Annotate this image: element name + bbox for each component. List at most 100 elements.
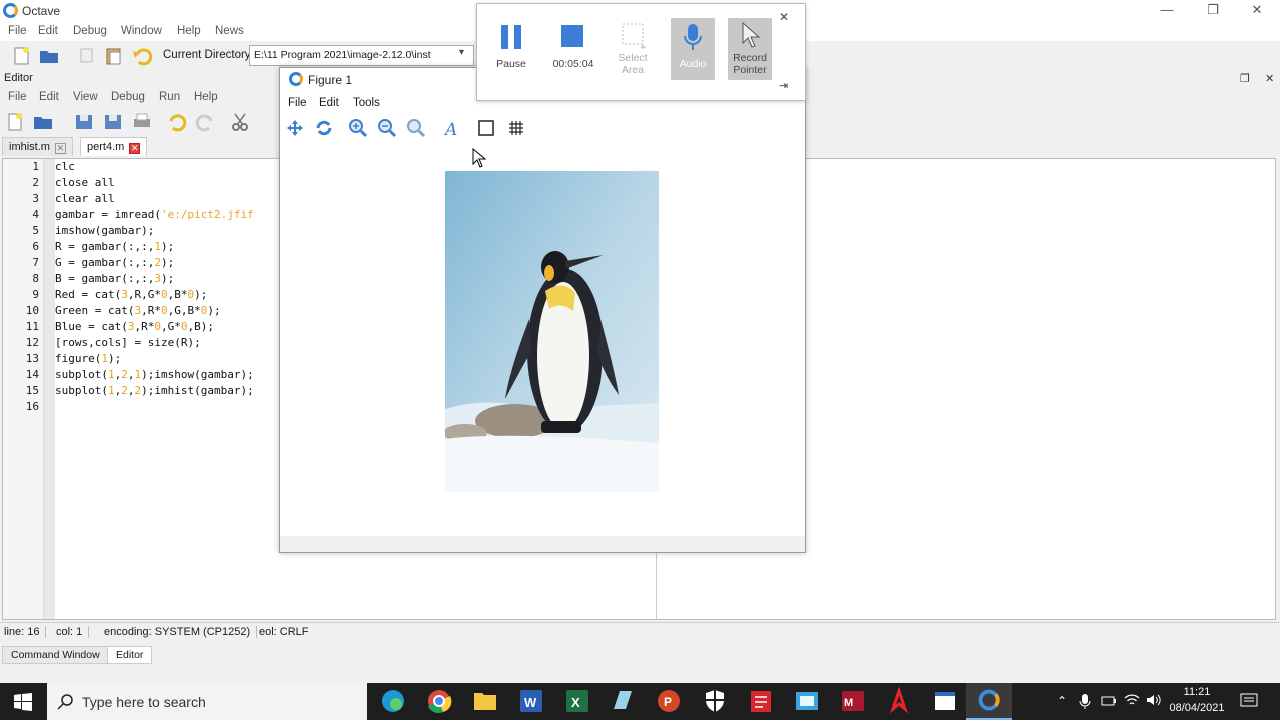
code-line[interactable]: R = gambar(:,:,1); [55,240,174,253]
powerpoint-icon[interactable]: P [646,683,692,720]
menu-file[interactable]: File [8,25,27,37]
editor-menu-view[interactable]: View [73,91,98,103]
new-file-icon[interactable] [10,45,32,67]
code-line[interactable]: clc [55,160,75,173]
editor-menu-file[interactable]: File [8,91,27,103]
editor-undo-icon[interactable] [165,111,187,133]
figure-menu-file[interactable]: File [288,97,307,109]
code-line[interactable]: G = gambar(:,:,2); [55,256,174,269]
app-icon[interactable] [600,683,646,720]
close-button[interactable]: ✕ [1234,0,1280,22]
copy-icon[interactable] [76,45,98,67]
text-insert-icon[interactable]: A [441,118,461,138]
restore-button[interactable]: ❐ [1190,0,1236,22]
status-col: col: 1 [56,626,90,638]
edge-icon[interactable] [370,683,416,720]
search-placeholder: Type here to search [82,694,206,710]
code-line[interactable]: B = gambar(:,:,3); [55,272,174,285]
battery-icon[interactable] [1101,694,1117,708]
paste-icon[interactable] [103,45,125,67]
code-line[interactable]: clear all [55,192,115,205]
windows-taskbar: Type here to search W X P M ⌃ 11:21 08/0… [0,683,1280,720]
notepad-icon[interactable] [922,683,968,720]
security-shield-icon[interactable] [692,683,738,720]
zoom-out-icon[interactable] [377,118,397,138]
undo-icon[interactable] [131,45,153,67]
pause-button[interactable]: Pause [489,18,533,80]
show-hidden-icons-icon[interactable]: ⌃ [1057,694,1067,708]
pan-icon[interactable] [285,118,305,138]
code-line[interactable]: imshow(gambar); [55,224,154,237]
close-panel-icon[interactable]: ✕ [1265,72,1274,85]
tab-imhist[interactable]: imhist.m ✕ [2,137,73,156]
tab-command-window[interactable]: Command Window [2,646,109,664]
menu-edit[interactable]: Edit [38,25,58,37]
audio-button[interactable]: Audio [671,18,715,80]
taskbar-search-box[interactable]: Type here to search [47,683,367,720]
code-line[interactable]: gambar = imread('e:/pict2.jfif [55,208,254,221]
wifi-icon[interactable] [1124,692,1140,708]
menu-debug[interactable]: Debug [73,25,107,37]
save-as-icon[interactable] [102,111,124,133]
figure-menu-edit[interactable]: Edit [319,97,339,109]
clock-date[interactable]: 08/04/2021 [1166,702,1228,714]
open-folder-icon[interactable] [38,45,60,67]
code-line[interactable]: subplot(1,2,1);imshow(gambar); [55,368,254,381]
undock-icon[interactable]: ❐ [1240,72,1250,85]
save-icon[interactable] [73,111,95,133]
axes-box-icon[interactable] [476,118,496,138]
code-line[interactable]: [rows,cols] = size(R); [55,336,201,349]
grid-icon[interactable] [506,118,526,138]
code-line[interactable]: Green = cat(3,R*0,G,B*0); [55,304,221,317]
figure-canvas[interactable] [280,142,805,536]
rotate-icon[interactable] [314,118,334,138]
media-app-icon[interactable] [784,683,830,720]
menu-window[interactable]: Window [121,25,162,37]
microphone-tray-icon[interactable] [1079,693,1091,710]
chevron-down-icon[interactable]: ▾ [459,47,464,58]
code-line[interactable]: close all [55,176,115,189]
menu-news[interactable]: News [215,25,244,37]
close-tab-icon[interactable]: ✕ [54,143,66,154]
excel-icon[interactable]: X [554,683,600,720]
word-icon[interactable]: W [508,683,554,720]
windows-start-icon[interactable] [14,693,32,711]
code-line[interactable]: figure(1); [55,352,121,365]
new-script-icon[interactable] [4,111,26,133]
print-icon[interactable] [131,111,153,133]
code-line[interactable]: Red = cat(3,R,G*0,B*0); [55,288,207,301]
redo-icon[interactable] [195,111,217,133]
select-area-label-1: Select [618,52,648,64]
code-line[interactable]: Blue = cat(3,R*0,G*0,B); [55,320,214,333]
open-file-icon[interactable] [32,111,54,133]
zoom-in-icon[interactable] [348,118,368,138]
editor-menu-edit[interactable]: Edit [39,91,59,103]
pdf-tool-icon[interactable] [738,683,784,720]
notifications-icon[interactable] [1240,693,1258,710]
editor-menu-run[interactable]: Run [159,91,180,103]
record-pointer-button[interactable]: Record Pointer [728,18,772,80]
mendeley-icon[interactable]: M [830,683,876,720]
tab-editor[interactable]: Editor [107,646,153,664]
chrome-icon[interactable] [416,683,462,720]
file-explorer-icon[interactable] [462,683,508,720]
editor-menu-help[interactable]: Help [194,91,218,103]
tab-pert4[interactable]: pert4.m ✕ [80,137,148,156]
figure-menu-tools[interactable]: Tools [353,97,380,109]
current-directory-input[interactable]: E:\11 Program 2021\image-2.12.0\inst [249,45,474,66]
zoom-reset-icon[interactable] [406,118,426,138]
select-area-button[interactable]: Select Area [611,18,655,80]
volume-icon[interactable] [1146,692,1162,708]
editor-menu-debug[interactable]: Debug [111,91,145,103]
code-line[interactable]: subplot(1,2,2);imhist(gambar); [55,384,254,397]
cut-icon[interactable] [229,111,251,133]
minimize-button[interactable]: — [1144,0,1190,22]
octave-taskbar-icon[interactable] [966,683,1012,720]
acrobat-icon[interactable] [876,683,922,720]
recorder-close-button[interactable]: ✕ [779,10,789,24]
clock-time[interactable]: 11:21 [1166,686,1228,698]
menu-help[interactable]: Help [177,25,201,37]
close-tab-icon[interactable]: ✕ [129,143,141,154]
stop-button[interactable]: 00:05:04 [549,18,597,80]
pin-icon[interactable]: ⇥ [779,79,788,92]
